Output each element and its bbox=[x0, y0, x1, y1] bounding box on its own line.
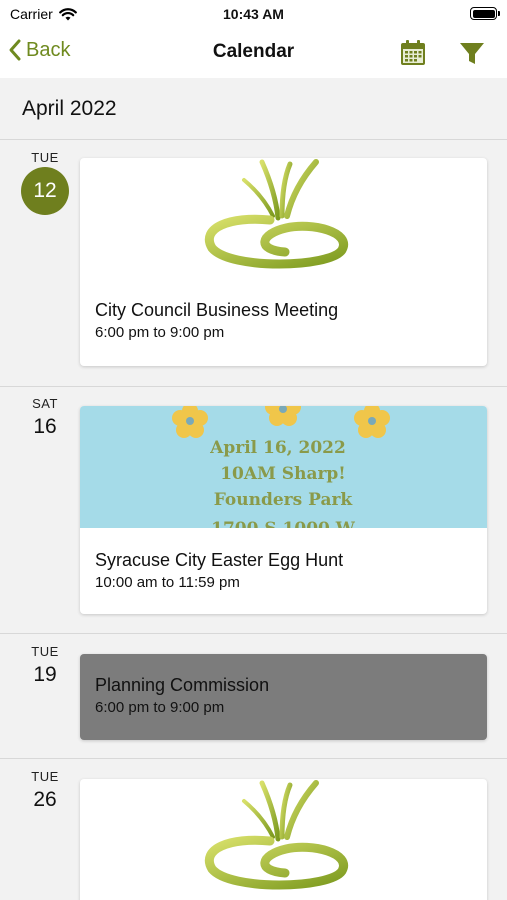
flyer-line: Founders Park bbox=[214, 490, 354, 510]
city-logo-image bbox=[205, 780, 348, 890]
event-card[interactable]: City Council Business Meeting 6:00 pm to… bbox=[80, 158, 487, 366]
status-bar: Carrier 10:43 AM bbox=[0, 0, 507, 28]
calendar-list[interactable]: April 2022 TUE 12 City Council Business … bbox=[0, 78, 507, 900]
date-column: TUE 26 bbox=[20, 769, 70, 812]
status-time: 10:43 AM bbox=[223, 6, 284, 22]
event-title: City Council Business Meeting bbox=[95, 300, 339, 320]
day-of-week: TUE bbox=[31, 644, 59, 659]
event-row: TUE 26 bbox=[0, 769, 507, 900]
event-row: SAT 16 April 16, 2022 10AM Sharp! Founde… bbox=[0, 396, 507, 636]
page-title: Calendar bbox=[212, 41, 295, 62]
date-column: TUE 19 bbox=[20, 644, 70, 687]
divider bbox=[0, 758, 507, 759]
flyer-line: 10AM Sharp! bbox=[220, 464, 346, 484]
flyer-line: April 16, 2022 bbox=[209, 438, 346, 458]
date-column: TUE 12 bbox=[20, 150, 70, 215]
day-of-week: TUE bbox=[31, 769, 59, 784]
event-time: 6:00 pm to 9:00 pm bbox=[95, 699, 225, 716]
event-card[interactable]: Planning Commission 6:00 pm to 9:00 pm bbox=[80, 654, 487, 740]
event-time: 10:00 am to 11:59 pm bbox=[95, 574, 240, 591]
day-number: 26 bbox=[33, 788, 57, 811]
divider bbox=[0, 386, 507, 387]
day-number: 19 bbox=[33, 663, 57, 686]
day-of-week: SAT bbox=[32, 396, 58, 411]
day-number: 16 bbox=[33, 415, 57, 438]
event-row: TUE 19 Planning Commission 6:00 pm to 9:… bbox=[0, 644, 507, 754]
event-card[interactable]: April 16, 2022 10AM Sharp! Founders Park… bbox=[80, 406, 487, 614]
event-flyer-image: April 16, 2022 10AM Sharp! Founders Park… bbox=[80, 406, 487, 528]
event-title: Planning Commission bbox=[95, 675, 270, 695]
calendar-icon[interactable] bbox=[398, 38, 428, 68]
flyer-line: 1700 S 1000 W bbox=[211, 519, 356, 528]
divider bbox=[0, 139, 507, 140]
day-number-today: 12 bbox=[21, 167, 69, 215]
date-column: SAT 16 bbox=[20, 396, 70, 439]
battery-icon bbox=[470, 7, 500, 20]
month-header: April 2022 bbox=[22, 97, 117, 120]
nav-bar: Back Calendar bbox=[0, 28, 507, 78]
divider bbox=[0, 633, 507, 634]
event-title: Syracuse City Easter Egg Hunt bbox=[95, 550, 344, 570]
city-logo-image bbox=[205, 159, 348, 269]
event-card[interactable] bbox=[80, 779, 487, 900]
day-of-week: TUE bbox=[31, 150, 59, 165]
filter-icon[interactable] bbox=[457, 38, 487, 68]
event-row: TUE 12 City Council Business Meeting 6:0… bbox=[0, 150, 507, 390]
event-time: 6:00 pm to 9:00 pm bbox=[95, 324, 225, 341]
